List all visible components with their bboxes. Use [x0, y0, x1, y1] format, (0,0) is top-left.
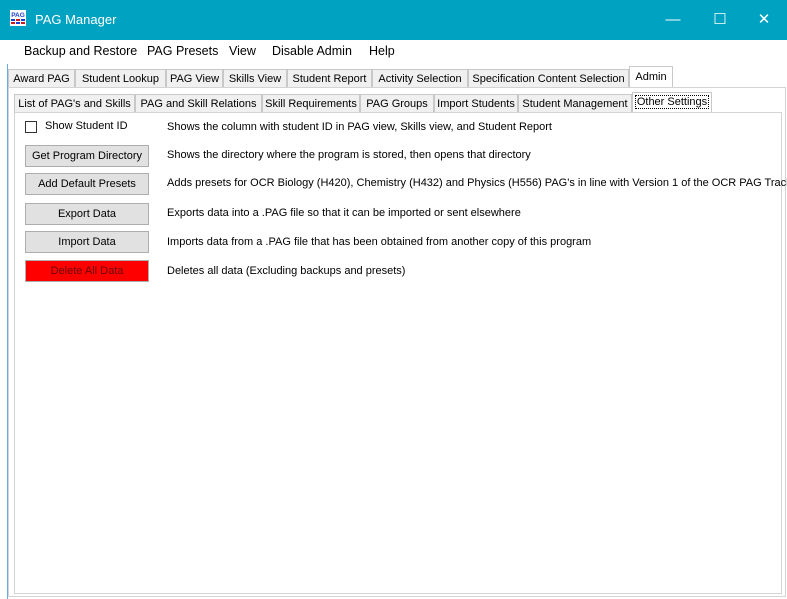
maximize-icon: ☐ [713, 11, 727, 28]
menu-disable-admin[interactable]: Disable Admin [272, 44, 352, 58]
window-title: PAG Manager [35, 12, 117, 27]
tab-student-report[interactable]: Student Report [287, 69, 372, 87]
delete-all-data-button[interactable]: Delete All Data [25, 260, 149, 282]
menu-help[interactable]: Help [369, 44, 395, 58]
close-icon: ✕ [757, 11, 771, 28]
main-tab-strip: Award PAG Student Lookup PAG View Skills… [8, 66, 787, 88]
app-icon: PAG [10, 10, 26, 26]
get-program-directory-description: Shows the directory where the program is… [167, 149, 531, 161]
tab-import-students[interactable]: Import Students [434, 94, 518, 112]
admin-tab-strip: List of PAG's and Skills PAG and Skill R… [14, 91, 780, 113]
tab-award-pag[interactable]: Award PAG [8, 69, 75, 87]
menu-bar: Backup and Restore PAG Presets View Disa… [0, 40, 787, 64]
export-data-description: Exports data into a .PAG file so that it… [167, 207, 521, 219]
tab-other-settings-label: Other Settings [634, 95, 710, 109]
export-data-button[interactable]: Export Data [25, 203, 149, 225]
tab-list-of-pags-and-skills[interactable]: List of PAG's and Skills [14, 94, 135, 112]
minimize-button[interactable]: — [650, 0, 696, 40]
tab-pag-view[interactable]: PAG View [166, 69, 223, 87]
tab-admin[interactable]: Admin [629, 66, 673, 88]
tab-skills-view[interactable]: Skills View [223, 69, 287, 87]
tab-pag-and-skill-relations[interactable]: PAG and Skill Relations [135, 94, 262, 112]
tab-pag-groups[interactable]: PAG Groups [360, 94, 434, 112]
menu-view[interactable]: View [229, 44, 256, 58]
tab-skill-requirements[interactable]: Skill Requirements [262, 94, 360, 112]
show-student-id-label[interactable]: Show Student ID [45, 120, 128, 132]
import-data-button[interactable]: Import Data [25, 231, 149, 253]
tab-student-management[interactable]: Student Management [518, 94, 632, 112]
add-default-presets-button[interactable]: Add Default Presets [25, 173, 149, 195]
import-data-description: Imports data from a .PAG file that has b… [167, 236, 592, 248]
maximize-button[interactable]: ☐ [697, 0, 743, 40]
menu-backup-and-restore[interactable]: Backup and Restore [24, 44, 137, 58]
tab-specification-content-selection[interactable]: Specification Content Selection [468, 69, 629, 87]
tab-other-settings[interactable]: Other Settings [632, 92, 712, 113]
show-student-id-description: Shows the column with student ID in PAG … [167, 121, 552, 133]
close-button[interactable]: ✕ [741, 0, 787, 40]
tab-activity-selection[interactable]: Activity Selection [372, 69, 468, 87]
title-bar[interactable]: PAG PAG Manager — ☐ ✕ [0, 0, 787, 40]
minimize-icon: — [665, 11, 681, 28]
tab-student-lookup[interactable]: Student Lookup [75, 69, 166, 87]
delete-all-data-description: Deletes all data (Excluding backups and … [167, 265, 406, 277]
get-program-directory-button[interactable]: Get Program Directory [25, 145, 149, 167]
add-default-presets-description: Adds presets for OCR Biology (H420), Che… [167, 177, 787, 189]
show-student-id-checkbox[interactable] [25, 121, 37, 133]
svg-text:PAG: PAG [11, 12, 25, 19]
menu-pag-presets[interactable]: PAG Presets [147, 44, 218, 58]
